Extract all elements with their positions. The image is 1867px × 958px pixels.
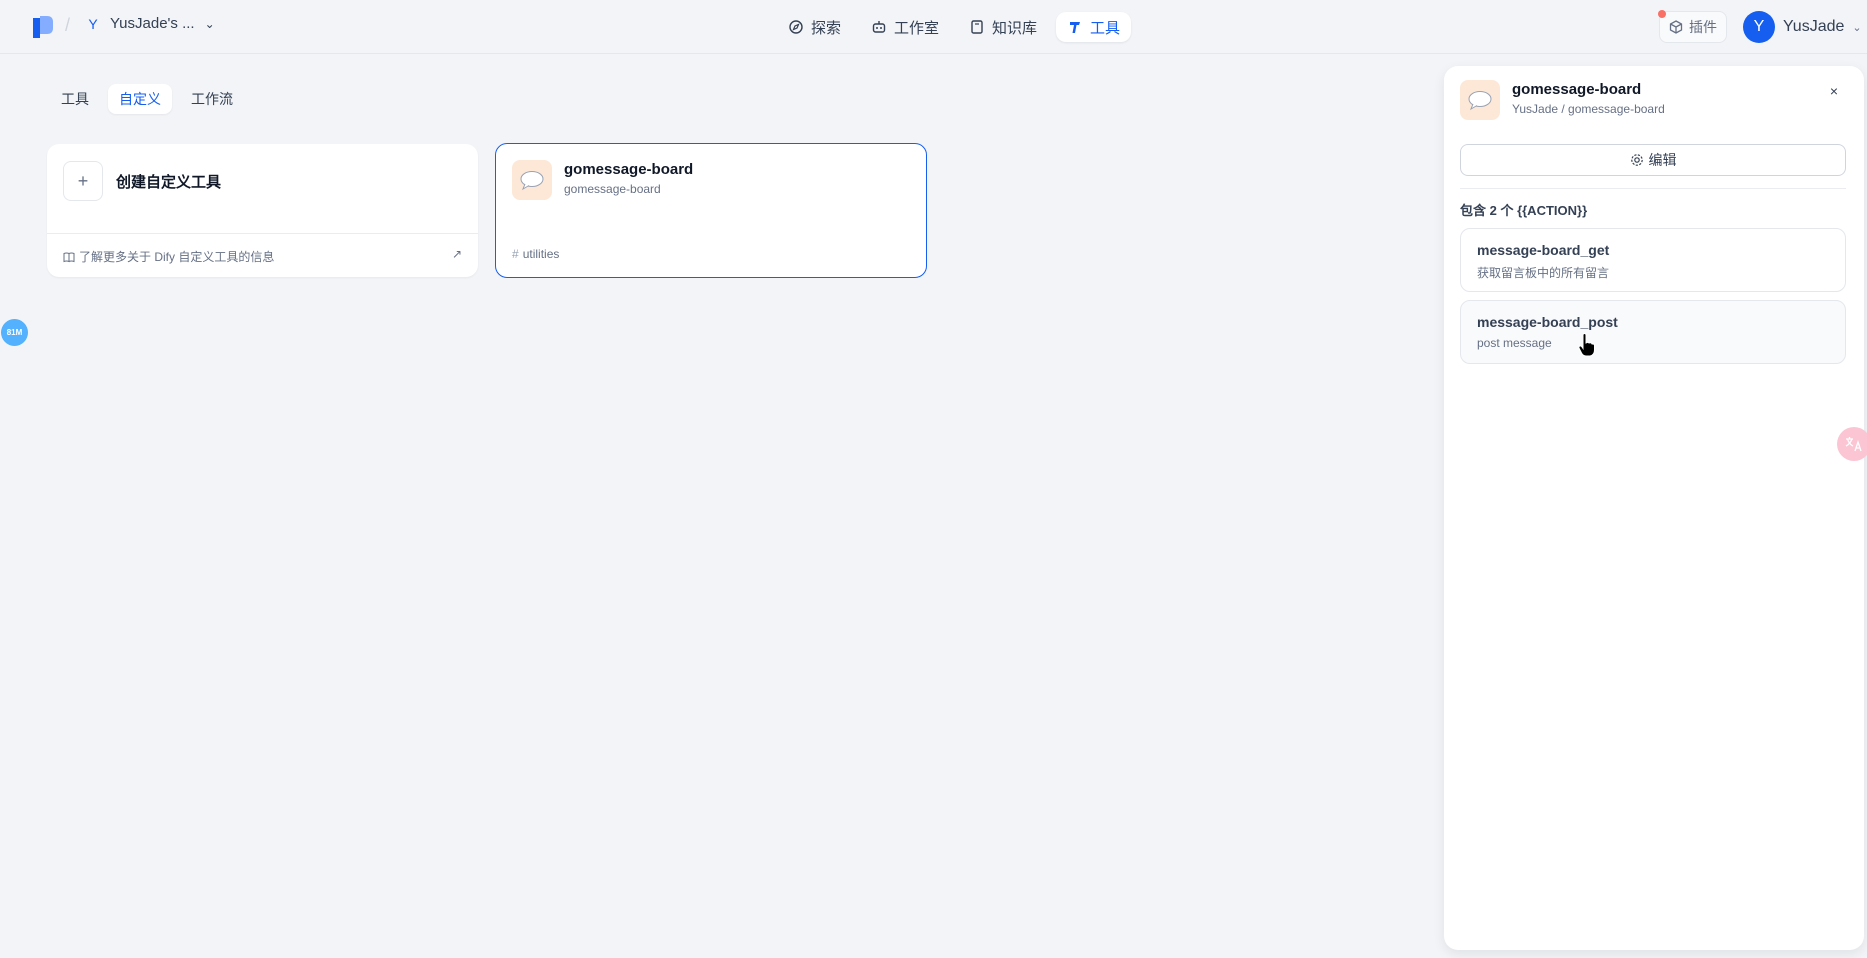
plugins-button[interactable]: 插件: [1658, 10, 1727, 43]
nav-knowledge-label: 知识库: [992, 19, 1038, 37]
translate-icon[interactable]: [1837, 427, 1867, 461]
robot-icon: [872, 21, 886, 33]
nav-explore[interactable]: 探索: [777, 12, 852, 42]
book-icon: [971, 20, 983, 34]
action-item[interactable]: message-board_post post message: [1460, 300, 1846, 364]
speech-bubble-icon: [512, 160, 552, 200]
breadcrumb-separator: /: [65, 15, 71, 35]
main-nav: 探索 工作室 知识库 工具: [777, 12, 1132, 42]
nav-tools-label: 工具: [1090, 19, 1121, 37]
action-item[interactable]: message-board_get 获取留言板中的所有留言: [1460, 228, 1846, 292]
edit-label: 编辑: [1648, 152, 1677, 168]
workspace-selector[interactable]: Y YusJade's ... ⌄: [86, 15, 215, 32]
gear-icon: [1630, 154, 1643, 166]
chevron-down-icon: ⌄: [204, 16, 215, 31]
notification-dot: [1658, 10, 1666, 18]
avatar: Y: [1743, 11, 1775, 43]
tab-builtin[interactable]: 工具: [50, 84, 100, 114]
memory-badge[interactable]: 81M: [1, 319, 28, 346]
compass-icon: [789, 20, 803, 34]
tool-tag: # utilities: [512, 247, 559, 261]
tool-subtitle: gomessage-board: [564, 182, 661, 196]
create-custom-tool-card[interactable]: + 创建自定义工具 了解更多关于 Dify 自定义工具的信息 ↗: [47, 144, 478, 277]
book-open-icon: [63, 252, 75, 262]
user-name: YusJade: [1783, 18, 1845, 35]
top-navigation-bar: / Y YusJade's ... ⌄ 探索 工作室 知识库 工具 插件 Y Y…: [0, 0, 1867, 54]
mouse-cursor-icon: [1578, 333, 1595, 357]
arrow-up-right-icon: ↗: [451, 247, 462, 261]
workspace-initial: Y: [88, 15, 98, 32]
tool-detail-panel: gomessage-board YusJade / gomessage-boar…: [1444, 66, 1864, 950]
action-name: message-board_get: [1477, 242, 1610, 258]
action-description: post message: [1477, 336, 1552, 350]
actions-count-label: 包含 2 个 {{ACTION}}: [1460, 203, 1588, 218]
learn-more-link[interactable]: 了解更多关于 Dify 自定义工具的信息: [63, 248, 274, 265]
nav-knowledge[interactable]: 知识库: [958, 12, 1048, 42]
tool-type-tabs: 工具 自定义 工作流: [50, 84, 244, 114]
user-menu[interactable]: Y YusJade ⌄: [1743, 11, 1862, 43]
plus-icon: +: [63, 161, 103, 201]
hash-icon: #: [512, 247, 519, 261]
divider: [1460, 188, 1846, 189]
speech-bubble-icon: [1460, 80, 1500, 120]
nav-tools[interactable]: 工具: [1056, 12, 1132, 42]
tab-custom[interactable]: 自定义: [108, 84, 172, 114]
nav-explore-label: 探索: [811, 19, 842, 37]
action-name: message-board_post: [1477, 314, 1618, 330]
chevron-down-icon: ⌄: [1852, 21, 1862, 34]
workspace-name: YusJade's ...: [110, 15, 195, 32]
dify-logo[interactable]: [33, 16, 53, 38]
nav-studio-label: 工作室: [894, 19, 940, 37]
plugins-label: 插件: [1689, 19, 1717, 35]
edit-button[interactable]: 编辑: [1460, 144, 1846, 176]
tool-icon: [1070, 22, 1081, 33]
tab-workflow[interactable]: 工作流: [180, 84, 244, 114]
action-description: 获取留言板中的所有留言: [1477, 266, 1610, 280]
learn-more-label: 了解更多关于 Dify 自定义工具的信息: [79, 250, 275, 264]
close-icon[interactable]: ×: [1830, 83, 1838, 99]
cube-icon: [1669, 20, 1683, 34]
nav-studio[interactable]: 工作室: [860, 12, 950, 42]
tool-tag-label: utilities: [522, 247, 560, 261]
divider: [47, 233, 478, 234]
create-tool-title: 创建自定义工具: [116, 174, 222, 191]
panel-title: gomessage-board: [1512, 81, 1642, 98]
tool-name: gomessage-board: [564, 161, 694, 178]
panel-path: YusJade / gomessage-board: [1512, 102, 1665, 116]
tool-card-gomessage-board[interactable]: gomessage-board gomessage-board # utiliti…: [495, 143, 927, 278]
